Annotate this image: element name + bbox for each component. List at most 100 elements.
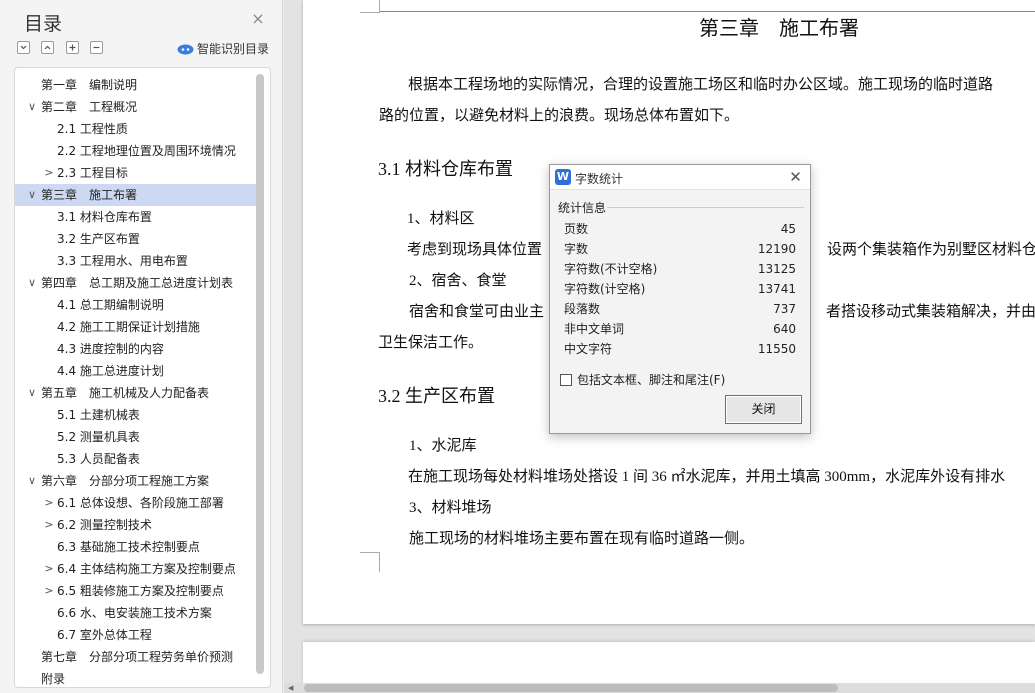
- toc-list: 第一章 编制说明 ∨ 第二章 工程概况 2.1 工程性质 2.2 工程地理位置及周围环境…: [15, 74, 257, 687]
- toc-scrollbar[interactable]: [256, 74, 264, 674]
- toc-item[interactable]: 5.1 土建机械表: [15, 404, 257, 426]
- stat-value: 11550: [757, 342, 796, 356]
- paragraph-line: 卫生保洁工作。: [378, 335, 484, 351]
- margin-corner-mark: [360, 552, 380, 572]
- toc-item-label: 6.6 水、电安装施工技术方案: [57, 606, 212, 620]
- close-button[interactable]: 关闭: [725, 395, 802, 424]
- chevron-down-icon[interactable]: ∨: [26, 184, 38, 206]
- smart-toc-label: 智能识别目录: [197, 42, 270, 56]
- toc-tree: 第一章 编制说明 ∨ 第二章 工程概况 2.1 工程性质 2.2 工程地理位置及周围环境…: [14, 67, 271, 688]
- toc-item[interactable]: 6.3 基础施工技术控制要点: [15, 536, 257, 558]
- toc-item[interactable]: 4.2 施工工期保证计划措施: [15, 316, 257, 338]
- chevron-right-icon[interactable]: >: [43, 162, 55, 184]
- stats-group-label: 统计信息: [558, 201, 607, 215]
- toc-item-label: 2.1 工程性质: [57, 122, 128, 136]
- toc-item-label: 3.1 材料仓库布置: [57, 210, 152, 224]
- paragraph-line: 考虑到现场具体位置: [407, 242, 543, 258]
- collapse-all-icon[interactable]: [41, 41, 54, 54]
- dialog-close-icon[interactable]: ✕: [787, 168, 804, 186]
- stats-row: 字符数(不计空格) 13125: [564, 259, 796, 279]
- chevron-right-icon[interactable]: >: [43, 580, 55, 602]
- toc-close-icon[interactable]: ×: [250, 11, 266, 27]
- toc-item-label: 第三章 施工布署: [41, 188, 138, 202]
- stat-value: 45: [780, 222, 796, 236]
- stat-label: 字符数(不计空格): [564, 262, 658, 276]
- smart-toc-button[interactable]: 智能识别目录: [177, 40, 269, 58]
- toc-item[interactable]: ∨ 第三章 施工布署: [15, 184, 257, 206]
- toc-item[interactable]: >6.2 测量控制技术: [15, 514, 257, 536]
- remove-heading-icon[interactable]: [90, 41, 103, 54]
- stat-label: 非中文单词: [564, 322, 625, 336]
- toc-item[interactable]: >6.5 粗装修施工方案及控制要点: [15, 580, 257, 602]
- toc-item[interactable]: 6.6 水、电安装施工技术方案: [15, 602, 257, 624]
- toc-item-label: 第二章 工程概况: [41, 100, 138, 114]
- toc-item[interactable]: >2.3 工程目标: [15, 162, 257, 184]
- expand-all-icon[interactable]: [17, 41, 30, 54]
- chevron-right-icon[interactable]: >: [43, 514, 55, 536]
- checkbox-label: 包括文本框、脚注和尾注(F): [577, 373, 726, 387]
- toc-item[interactable]: 3.1 材料仓库布置: [15, 206, 257, 228]
- horizontal-scrollbar[interactable]: ◀: [284, 683, 1035, 693]
- wps-logo-icon: W: [555, 169, 571, 185]
- toc-item-label: 第五章 施工机械及人力配备表: [41, 386, 210, 400]
- group-divider: [607, 207, 804, 208]
- toc-item[interactable]: 6.7 室外总体工程: [15, 624, 257, 646]
- toc-item[interactable]: 3.3 工程用水、用电布置: [15, 250, 257, 272]
- toc-item[interactable]: >6.4 主体结构施工方案及控制要点: [15, 558, 257, 580]
- add-heading-icon[interactable]: [66, 41, 79, 54]
- section-heading-3-2: 3.2 生产区布置: [378, 386, 495, 406]
- chevron-down-icon[interactable]: ∨: [26, 96, 38, 118]
- chevron-down-icon[interactable]: ∨: [26, 382, 38, 404]
- toc-item-label: 3.2 生产区布置: [57, 232, 140, 246]
- chevron-right-icon[interactable]: >: [43, 492, 55, 514]
- include-textbox-footnotes-checkbox[interactable]: 包括文本框、脚注和尾注(F): [560, 371, 725, 387]
- cloud-icon: [177, 44, 194, 55]
- toc-item[interactable]: ∨ 第四章 总工期及施工总进度计划表: [15, 272, 257, 294]
- stat-value: 737: [773, 302, 796, 316]
- toc-item-label: 5.3 人员配备表: [57, 452, 140, 466]
- dialog-title: 字数统计: [575, 172, 624, 186]
- toc-item-label: 附录: [41, 672, 66, 686]
- toc-item-label: 2.3 工程目标: [57, 166, 128, 180]
- stat-value: 640: [773, 322, 796, 336]
- scroll-left-icon[interactable]: ◀: [288, 684, 293, 692]
- toc-item-label: 2.2 工程地理位置及周围环境情况: [57, 144, 236, 158]
- toc-item[interactable]: 5.2 测量机具表: [15, 426, 257, 448]
- toc-item-label: 4.3 进度控制的内容: [57, 342, 164, 356]
- stat-value: 12190: [757, 242, 796, 256]
- toc-item-label: 6.7 室外总体工程: [57, 628, 152, 642]
- toc-item[interactable]: 第七章 分部分项工程劳务单价预测: [15, 646, 257, 668]
- toc-item-label: 第一章 编制说明: [41, 78, 138, 92]
- toc-item[interactable]: 第一章 编制说明: [15, 74, 257, 96]
- dialog-titlebar[interactable]: W 字数统计 ✕: [550, 165, 810, 190]
- toc-item[interactable]: 4.1 总工期编制说明: [15, 294, 257, 316]
- stats-row: 页数 45: [564, 219, 796, 239]
- toc-item[interactable]: >6.1 总体设想、各阶段施工部署: [15, 492, 257, 514]
- stats-row: 段落数 737: [564, 299, 796, 319]
- toc-item[interactable]: 4.3 进度控制的内容: [15, 338, 257, 360]
- toc-item-label: 6.3 基础施工技术控制要点: [57, 540, 200, 554]
- toc-item-label: 第七章 分部分项工程劳务单价预测: [41, 650, 234, 664]
- chevron-down-icon[interactable]: ∨: [26, 272, 38, 294]
- toc-item[interactable]: ∨ 第五章 施工机械及人力配备表: [15, 382, 257, 404]
- horizontal-scrollbar-thumb[interactable]: [304, 684, 838, 692]
- stat-label: 页数: [564, 222, 589, 236]
- toc-panel: 目录 × 智能识别目录 第一章 编制说明 ∨ 第二章 工程概况 2.1 工程性质 2.2…: [0, 0, 283, 693]
- chevron-right-icon[interactable]: >: [43, 558, 55, 580]
- toc-item-label: 5.2 测量机具表: [57, 430, 140, 444]
- toc-item[interactable]: ∨ 第二章 工程概况: [15, 96, 257, 118]
- chapter-title: 第三章 施工布署: [699, 16, 859, 40]
- toc-item-label: 6.1 总体设想、各阶段施工部署: [57, 496, 224, 510]
- word-count-dialog: W 字数统计 ✕ 统计信息 页数 45 字数 12190 字符数(不计空格) 13125 字…: [549, 164, 811, 434]
- toc-item[interactable]: 附录: [15, 668, 257, 687]
- toc-item[interactable]: 3.2 生产区布置: [15, 228, 257, 250]
- toc-item[interactable]: 2.2 工程地理位置及周围环境情况: [15, 140, 257, 162]
- toc-item[interactable]: 5.3 人员配备表: [15, 448, 257, 470]
- toc-item[interactable]: 2.1 工程性质: [15, 118, 257, 140]
- chevron-down-icon[interactable]: ∨: [26, 470, 38, 492]
- checkbox-box[interactable]: [560, 374, 572, 386]
- toc-item[interactable]: ∨ 第六章 分部分项工程施工方案: [15, 470, 257, 492]
- paragraph-line: 施工现场的材料堆场主要布置在现有临时道路一侧。: [409, 531, 755, 547]
- toc-item[interactable]: 4.4 施工总进度计划: [15, 360, 257, 382]
- paragraph-line: 路的位置，以避免材料上的浪费。现场总体布置如下。: [379, 108, 740, 124]
